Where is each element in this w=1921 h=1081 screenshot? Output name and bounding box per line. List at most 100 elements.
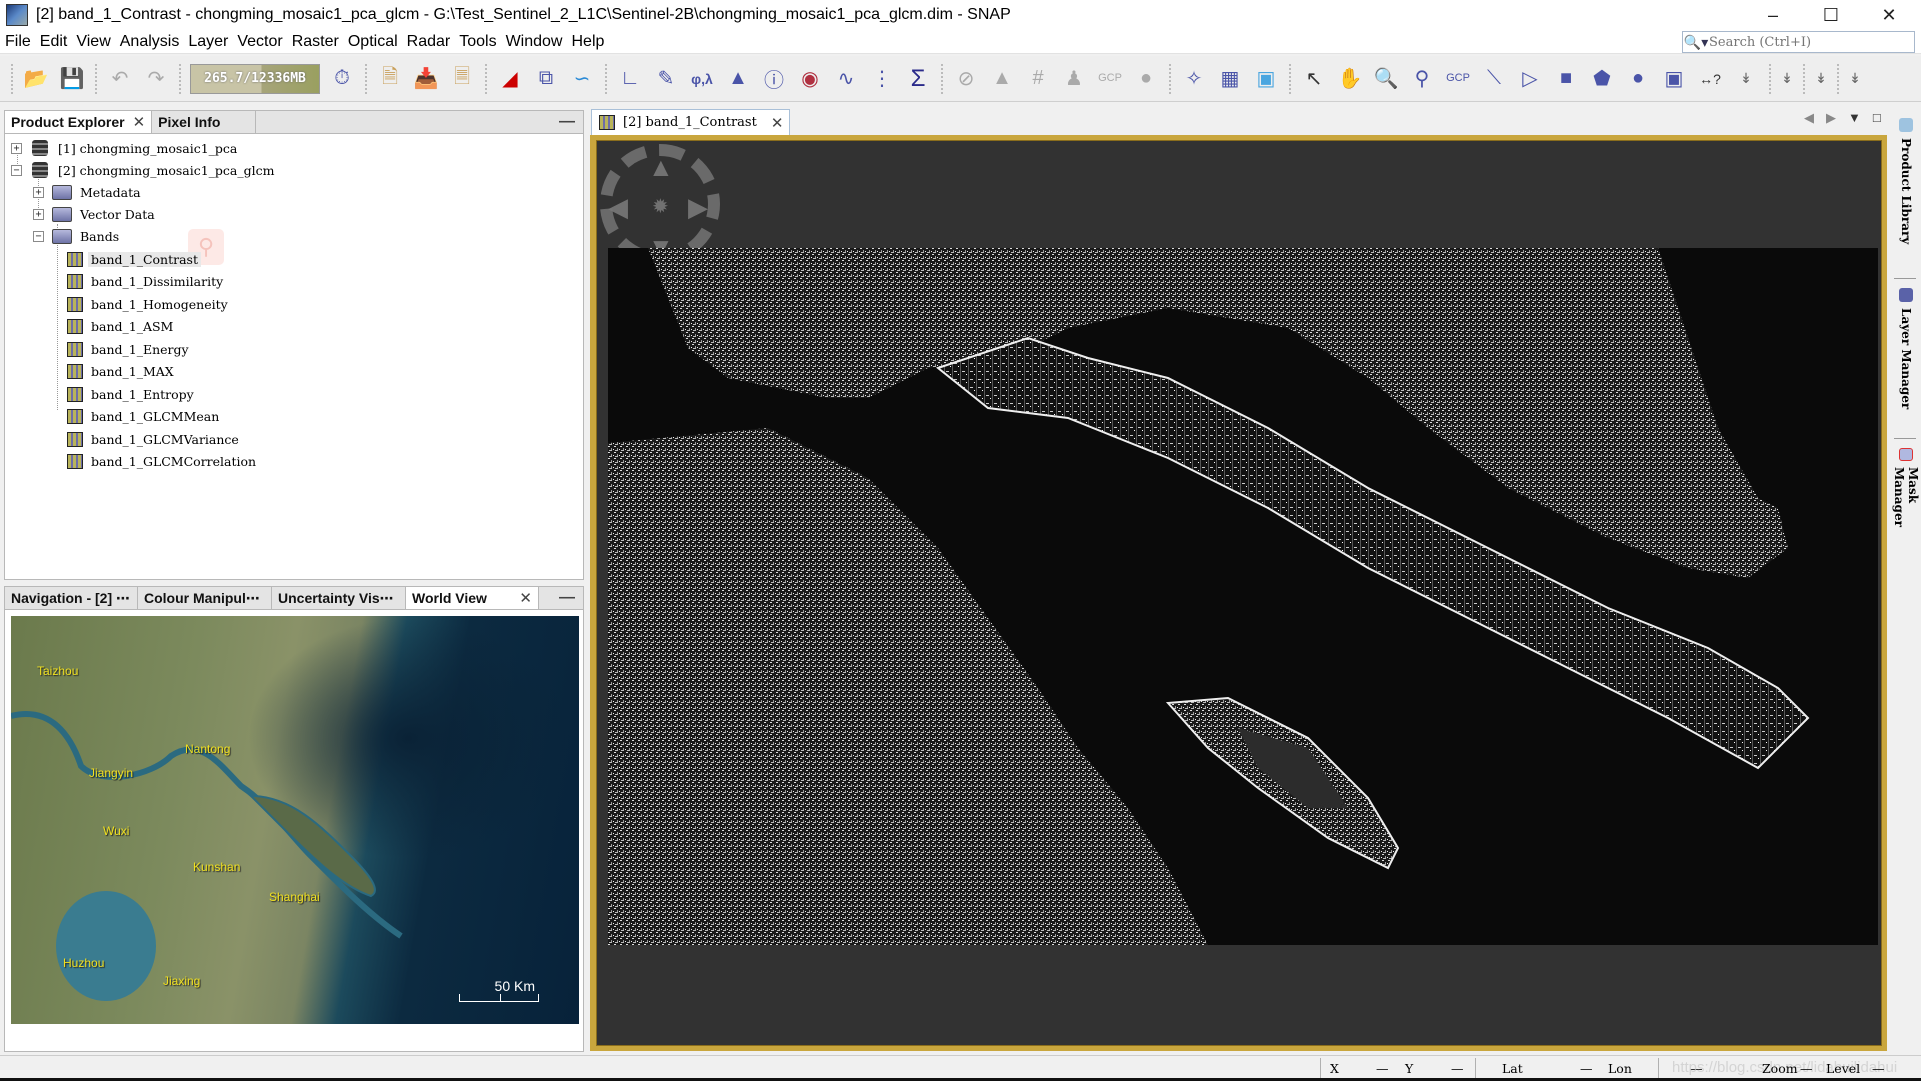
- band-item[interactable]: band_1_Homogeneity: [65, 294, 228, 314]
- tab-product-explorer[interactable]: Product Explorer ✕: [5, 111, 153, 133]
- gcp-tool-icon[interactable]: GCP: [1440, 61, 1476, 97]
- time-series-icon[interactable]: ∿: [828, 61, 864, 97]
- tree-item-vector-data[interactable]: + Vector Data: [33, 204, 155, 224]
- sidebar-item-product-library[interactable]: Product Library: [1894, 118, 1918, 244]
- gcp-icon[interactable]: GCP: [1092, 61, 1128, 97]
- tab-pixel-info[interactable]: Pixel Info: [152, 111, 257, 133]
- graph-builder-icon[interactable]: ✧: [1176, 61, 1212, 97]
- edit-annotation-icon[interactable]: ✎: [648, 61, 684, 97]
- close-icon[interactable]: ✕: [519, 589, 532, 607]
- expand-icon[interactable]: +: [11, 142, 22, 154]
- menu-window[interactable]: Window: [501, 33, 567, 51]
- more-icon[interactable]: ↡: [1728, 61, 1764, 97]
- collapse-icon[interactable]: −: [33, 230, 44, 242]
- band-item[interactable]: band_1_GLCMCorrelation: [65, 451, 256, 471]
- open-product-icon[interactable]: 📂: [18, 61, 54, 97]
- menu-file[interactable]: File: [0, 33, 35, 51]
- information-icon[interactable]: ⓘ: [756, 61, 792, 97]
- import-icon[interactable]: 🗎: [372, 61, 408, 97]
- raster-image[interactable]: [608, 248, 1878, 945]
- tree-item-product-2[interactable]: − [2] chongming_mosaic1_pca_glcm: [11, 160, 274, 180]
- menu-tools[interactable]: Tools: [454, 33, 500, 51]
- profile-plot-icon[interactable]: ∟: [612, 61, 648, 97]
- menu-edit[interactable]: Edit: [35, 33, 72, 51]
- scroll-left-icon[interactable]: ◀: [1804, 110, 1814, 126]
- close-icon[interactable]: ✕: [771, 114, 784, 132]
- maximize-view-icon[interactable]: □: [1873, 110, 1881, 126]
- expand-icon[interactable]: +: [33, 186, 44, 198]
- minimize-button[interactable]: –: [1744, 0, 1802, 30]
- line-tool-icon[interactable]: ⟍: [1476, 61, 1512, 97]
- more-icon[interactable]: ↡: [1776, 61, 1798, 97]
- range-finder-icon[interactable]: ↔?: [1692, 61, 1728, 97]
- tree-item-metadata[interactable]: + Metadata: [33, 182, 141, 202]
- pan-right-icon[interactable]: ▶: [688, 192, 708, 223]
- session-icon[interactable]: 🗏: [444, 61, 480, 97]
- sync-icon[interactable]: ●: [1128, 61, 1164, 97]
- rgb-image-icon[interactable]: ◢: [492, 61, 528, 97]
- person-icon[interactable]: ♟: [1056, 61, 1092, 97]
- menu-vector[interactable]: Vector: [232, 33, 286, 51]
- batch-processing-icon[interactable]: ▦: [1212, 61, 1248, 97]
- band-item[interactable]: band_1_Energy: [65, 339, 189, 359]
- close-icon[interactable]: ✕: [133, 113, 146, 131]
- search-icon[interactable]: 🔍▾: [1683, 32, 1709, 52]
- magic-wand-icon[interactable]: ▣: [1656, 61, 1692, 97]
- menu-radar[interactable]: Radar: [402, 33, 455, 51]
- tab-colour-manipulation[interactable]: Colour Manipul⋯: [138, 587, 272, 609]
- dropdown-icon[interactable]: ▼: [1848, 110, 1861, 126]
- save-product-icon[interactable]: 💾: [54, 61, 90, 97]
- polygon-tool-icon[interactable]: ⬟: [1584, 61, 1620, 97]
- pan-up-icon[interactable]: ▲: [648, 152, 674, 183]
- scatter-plot-icon[interactable]: ⋮: [864, 61, 900, 97]
- world-map[interactable]: Taizhou Nantong Jiangyin Wuxi Kunshan Sh…: [11, 616, 579, 1024]
- menu-help[interactable]: Help: [566, 33, 608, 51]
- band-item[interactable]: band_1_GLCMMean: [65, 406, 219, 426]
- redo-icon[interactable]: ↷: [138, 61, 174, 97]
- band-item[interactable]: band_1_ASM: [65, 316, 173, 336]
- rotate-center-icon[interactable]: ✹: [652, 194, 669, 219]
- menu-analysis[interactable]: Analysis: [115, 33, 184, 51]
- sidebar-item-layer-manager[interactable]: Layer Manager: [1894, 288, 1918, 409]
- tree-item-product-1[interactable]: + [1] chongming_mosaic1_pca: [11, 138, 237, 158]
- maximize-button[interactable]: ☐: [1802, 0, 1860, 30]
- menu-view[interactable]: View: [71, 33, 114, 51]
- rectangle-tool-icon[interactable]: ■: [1548, 61, 1584, 97]
- statistics-icon[interactable]: ◉: [792, 61, 828, 97]
- band-item[interactable]: band_1_Contrast: [65, 249, 201, 269]
- tile-windows-icon[interactable]: ⧉: [528, 61, 564, 97]
- minimize-panel-icon[interactable]: —: [559, 113, 575, 131]
- pan-tool-icon[interactable]: ✋: [1332, 61, 1368, 97]
- scroll-right-icon[interactable]: ▶: [1826, 110, 1836, 126]
- expand-icon[interactable]: +: [33, 208, 44, 220]
- polyline-tool-icon[interactable]: ▷: [1512, 61, 1548, 97]
- gc-clock-icon[interactable]: ⏱: [324, 61, 360, 97]
- export-icon[interactable]: 📥: [408, 61, 444, 97]
- visibility-icon[interactable]: ⊘: [948, 61, 984, 97]
- tree-item-bands[interactable]: − Bands: [33, 226, 119, 246]
- band-maths-icon[interactable]: Σ: [900, 61, 936, 97]
- menu-layer[interactable]: Layer: [183, 33, 232, 51]
- more-icon[interactable]: ↡: [1810, 61, 1832, 97]
- layer-camera-icon[interactable]: ▲: [984, 61, 1020, 97]
- band-item[interactable]: band_1_MAX: [65, 361, 174, 381]
- tab-navigation[interactable]: Navigation - [2] ⋯: [5, 587, 138, 609]
- pan-left-icon[interactable]: ◀: [608, 192, 628, 223]
- ellipse-tool-icon[interactable]: ●: [1620, 61, 1656, 97]
- close-window-button[interactable]: ✕: [1860, 0, 1918, 30]
- spectrum-icon[interactable]: φ,λ: [684, 61, 720, 97]
- tab-world-view[interactable]: World View ✕: [406, 587, 539, 609]
- pin-tool-icon[interactable]: ⚲: [1404, 61, 1440, 97]
- menu-raster[interactable]: Raster: [287, 33, 343, 51]
- undo-icon[interactable]: ↶: [102, 61, 138, 97]
- search-box[interactable]: 🔍▾: [1682, 31, 1915, 53]
- zoom-tool-icon[interactable]: 🔍: [1368, 61, 1404, 97]
- select-tool-icon[interactable]: ↖: [1296, 61, 1332, 97]
- memory-indicator[interactable]: 265.7/12336MB: [190, 63, 320, 94]
- sidebar-item-mask-manager[interactable]: Mask Manager: [1892, 448, 1920, 558]
- image-view[interactable]: ▲ ▼ ◀ ▶ ✹: [590, 135, 1887, 1051]
- band-item[interactable]: band_1_GLCMVariance: [65, 429, 239, 449]
- search-input[interactable]: [1709, 34, 1909, 50]
- histogram-icon[interactable]: ▲: [720, 61, 756, 97]
- band-item[interactable]: band_1_Dissimilarity: [65, 271, 223, 291]
